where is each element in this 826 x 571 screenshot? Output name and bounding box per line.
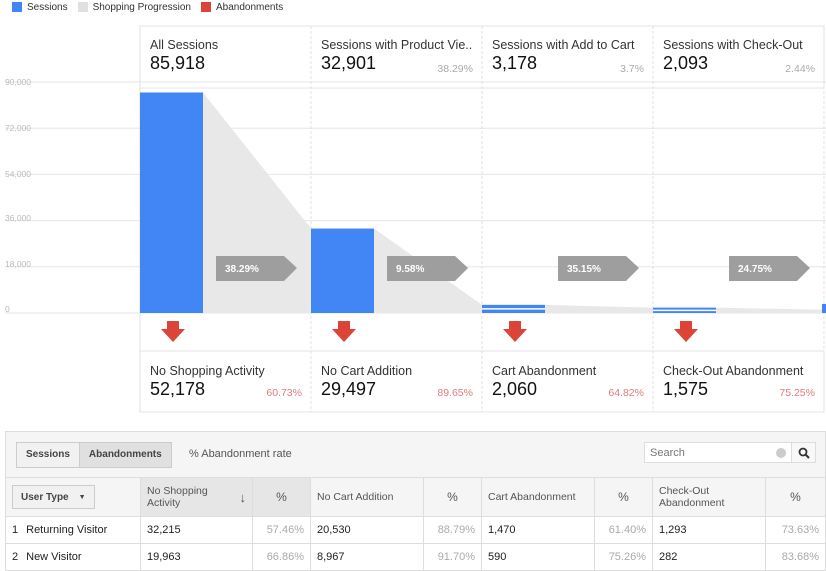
cell-value: 1,470 <box>481 516 595 544</box>
col-header-check-out-abandonment[interactable]: Check-Out Abandonment <box>652 477 766 517</box>
cell-value: 20,530 <box>310 516 424 544</box>
col-header-no-cart-addition[interactable]: No Cart Addition <box>310 477 424 517</box>
progression-rate-label: 9.58% <box>396 264 424 275</box>
dimension-label: User Type <box>21 491 69 503</box>
session-bar <box>311 228 374 313</box>
toggle-sessions-button[interactable]: Sessions <box>17 443 79 467</box>
row-dimension: 1 Returning Visitor <box>5 516 141 544</box>
abandonment-pct: 75.25% <box>779 387 815 399</box>
table-header-row: User Type ▼ No Shopping Activity ↓ % No Ca… <box>5 477 826 517</box>
row-dimension: 2 New Visitor <box>5 543 141 571</box>
abandonment-pct: 89.65% <box>437 387 473 399</box>
cell-pct: 73.63% <box>765 516 826 544</box>
session-bar <box>140 92 203 313</box>
stage-pct: 38.29% <box>437 63 473 75</box>
abandonment-rate-label: % Abandonment rate <box>189 448 292 460</box>
abandonment-no-shopping-activity[interactable]: No Shopping Activity 52,178 60.73% <box>140 352 311 412</box>
user-type-dropdown[interactable]: User Type ▼ <box>12 485 95 509</box>
y-tick-label: 54,000 <box>5 169 31 179</box>
abandonment-arrow-icon <box>332 321 356 342</box>
col-header-pct[interactable]: % <box>423 477 482 517</box>
chevron-down-icon: ▼ <box>78 493 86 501</box>
progression-area <box>716 307 824 313</box>
stage-pct: 2.44% <box>785 63 815 75</box>
abandonment-pct: 64.82% <box>608 387 644 399</box>
cell-pct: 91.70% <box>423 543 482 571</box>
abandonment-pct: 60.73% <box>266 387 302 399</box>
stage-header-add-to-cart[interactable]: Sessions with Add to Cart 3,178 3.7% <box>482 28 653 88</box>
metric-toggle: Sessions Abandonments <box>16 442 172 468</box>
stage-label: Sessions with Product Vie... <box>321 38 472 52</box>
dimension-header: User Type ▼ <box>5 477 141 517</box>
cell-pct: 88.79% <box>423 516 482 544</box>
cell-value: 32,215 <box>140 516 253 544</box>
cell-value: 590 <box>481 543 595 571</box>
cell-pct: 66.86% <box>252 543 311 571</box>
cell-pct: 75.26% <box>594 543 653 571</box>
cell-value: 282 <box>652 543 766 571</box>
abandonment-check-out-abandonment[interactable]: Check-Out Abandonment 1,575 75.25% <box>653 352 824 412</box>
y-tick-label: 0 <box>5 304 10 314</box>
table-row: 1 Returning Visitor 32,215 57.46% 20,530 … <box>5 516 826 544</box>
abandonment-table-panel: Sessions Abandonments % Abandonment rate… <box>5 431 826 571</box>
session-bar-overflow <box>822 304 826 313</box>
col-header-pct[interactable]: % <box>252 477 311 517</box>
search-input[interactable] <box>645 443 771 462</box>
col-header-pct[interactable]: % <box>765 477 826 517</box>
table-row: 2 New Visitor 19,963 66.86% 8,967 91.70% … <box>5 543 826 571</box>
cell-pct: 57.46% <box>252 516 311 544</box>
abandonment-label: No Cart Addition <box>321 364 413 378</box>
col-header-no-shopping-activity[interactable]: No Shopping Activity ↓ <box>140 477 253 517</box>
row-number: 2 <box>12 551 19 563</box>
clear-search-icon[interactable] <box>771 443 791 462</box>
row-number: 1 <box>12 524 19 536</box>
stage-header-all-sessions[interactable]: All Sessions 85,918 <box>140 28 311 88</box>
y-tick-label: 72,000 <box>5 123 31 133</box>
row-name-link[interactable]: New Visitor <box>26 551 81 563</box>
progression-rate-label: 38.29% <box>225 264 259 275</box>
abandonment-table: User Type ▼ No Shopping Activity ↓ % No Ca… <box>5 477 826 571</box>
progression-area <box>545 304 653 313</box>
search-box <box>644 442 816 463</box>
stage-label: All Sessions <box>150 38 219 52</box>
stage-header-check-out[interactable]: Sessions with Check-Out 2,093 2.44% <box>653 28 824 88</box>
progression-rate-label: 35.15% <box>567 264 601 275</box>
abandonment-arrow-icon <box>161 321 185 342</box>
sort-arrow-down-icon: ↓ <box>239 489 247 505</box>
abandonment-label: Check-Out Abandonment <box>663 364 804 378</box>
cell-pct: 61.40% <box>594 516 653 544</box>
cell-pct: 83.68% <box>765 543 826 571</box>
abandonment-cart-abandonment[interactable]: Cart Abandonment 2,060 64.82% <box>482 352 653 412</box>
row-name-link[interactable]: Returning Visitor <box>26 524 107 536</box>
abandonment-arrow-icon <box>674 321 698 342</box>
cell-value: 19,963 <box>140 543 253 571</box>
y-tick-label: 36,000 <box>5 213 31 223</box>
stage-value: 85,918 <box>150 53 206 73</box>
table-toolbar: Sessions Abandonments % Abandonment rate <box>6 432 825 477</box>
stage-label: Sessions with Add to Cart <box>492 38 635 52</box>
stage-label: Sessions with Check-Out <box>663 38 803 52</box>
col-header-label: No Shopping Activity <box>147 485 208 509</box>
y-tick-label: 90,000 <box>5 77 31 87</box>
col-header-cart-abandonment[interactable]: Cart Abandonment <box>481 477 595 517</box>
search-button[interactable] <box>791 443 815 462</box>
abandonment-label: No Shopping Activity <box>150 364 265 378</box>
stage-pct: 3.7% <box>620 63 644 75</box>
cell-value: 1,293 <box>652 516 766 544</box>
abandonment-no-cart-addition[interactable]: No Cart Addition 29,497 89.65% <box>311 352 482 412</box>
stage-header-product-views[interactable]: Sessions with Product Vie... 32,901 38.2… <box>311 28 482 88</box>
search-icon <box>798 447 810 459</box>
abandonment-label: Cart Abandonment <box>492 364 597 378</box>
toggle-abandonments-button[interactable]: Abandonments <box>78 443 171 467</box>
col-header-pct[interactable]: % <box>594 477 653 517</box>
cell-value: 8,967 <box>310 543 424 571</box>
y-tick-label: 18,000 <box>5 259 31 269</box>
abandonment-arrow-icon <box>503 321 527 342</box>
progression-rate-label: 24.75% <box>738 264 772 275</box>
